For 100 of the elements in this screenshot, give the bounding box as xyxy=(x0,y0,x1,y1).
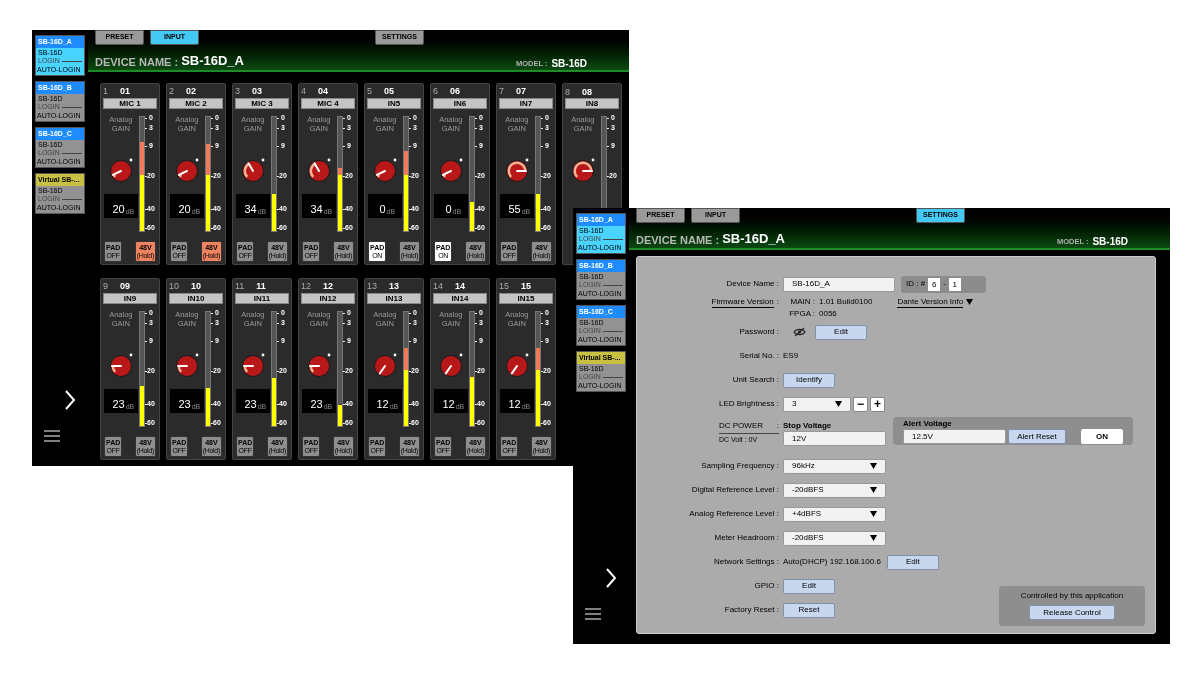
channel-number: 13 xyxy=(367,281,377,292)
alert-voltage-label: Alert Voltage xyxy=(903,418,953,429)
alert-voltage-field[interactable]: 12.5V xyxy=(903,429,1006,444)
channel-number: 14 xyxy=(433,281,443,292)
channel-number: 15 xyxy=(499,281,509,292)
setting-label: Device Name : xyxy=(725,278,780,290)
channel-code: 08 xyxy=(582,86,593,97)
channel-code: 07 xyxy=(516,86,527,97)
colon: : xyxy=(776,296,779,308)
serial-number: ES9 xyxy=(783,350,799,362)
channel-name: IN13 xyxy=(367,292,421,304)
select-field[interactable]: 96kHz xyxy=(783,458,886,474)
id-label: ID : # xyxy=(906,278,926,290)
setting-label: Digital Reference Level : xyxy=(690,484,780,496)
channel-name: MIC 2 xyxy=(169,97,223,109)
channel-name: IN11 xyxy=(235,292,289,304)
id-field[interactable]: 6 xyxy=(928,277,941,291)
stop-voltage-field[interactable]: 12V xyxy=(783,431,886,446)
gain-value: 23 xyxy=(178,396,191,411)
channel-number: 3 xyxy=(235,86,240,97)
channel-number: 6 xyxy=(433,86,438,97)
setting-label: Serial No. : xyxy=(738,350,780,362)
dropdown-caret-icon xyxy=(870,487,877,493)
setting-label: LED Brightness : xyxy=(717,398,780,410)
setting-label: GPIO : xyxy=(753,580,780,592)
setting-label: Sampling Frequency : xyxy=(700,460,780,472)
setting-label: Password : xyxy=(738,326,780,338)
channel-code: 09 xyxy=(120,281,131,292)
setting-label: Unit Search : xyxy=(731,374,780,386)
dc-power-label: DC POWER xyxy=(719,421,763,431)
menu-icon[interactable] xyxy=(44,430,60,442)
model-name: SB-16D xyxy=(1092,234,1128,249)
channel-number: 1 xyxy=(103,86,108,97)
channel-code: 15 xyxy=(521,281,532,292)
select-field[interactable]: +4dBFS xyxy=(783,506,886,522)
id-field[interactable]: 1 xyxy=(948,277,961,291)
device-name: SB-16D_A xyxy=(722,230,785,248)
factory-reset-button[interactable]: Reset xyxy=(783,602,835,618)
firmware-value: 0056 xyxy=(819,308,837,320)
channel-name: IN10 xyxy=(169,292,223,304)
device-name-label: DEVICE NAME : xyxy=(95,55,179,70)
channel-code: 12 xyxy=(323,281,334,292)
channel-number: 2 xyxy=(169,86,174,97)
channel-name: IN5 xyxy=(367,97,421,109)
decrease-button[interactable]: − xyxy=(853,396,868,412)
select-field[interactable]: 3 xyxy=(783,396,851,412)
firmware-value: 1.01 Build0100 xyxy=(819,296,873,308)
stop-voltage-label: Stop Voltage xyxy=(783,421,833,431)
menu-icon[interactable] xyxy=(585,608,601,620)
gain-value: 0 xyxy=(445,201,452,216)
identify-button[interactable]: Identify xyxy=(783,372,835,388)
chevron-right-icon[interactable] xyxy=(64,389,76,411)
network-address: Auto(DHCP) 192.168.100.6 xyxy=(783,556,881,568)
gain-value: 20 xyxy=(178,201,191,216)
increase-button[interactable]: + xyxy=(870,396,885,412)
colon: : xyxy=(776,421,779,431)
hidden-eye-icon[interactable] xyxy=(793,327,806,337)
alert-status: ON xyxy=(1081,429,1123,444)
channel-name: MIC 1 xyxy=(103,97,157,109)
dropdown-caret-icon xyxy=(870,463,877,469)
channel-code: 05 xyxy=(384,86,395,97)
channel-code: 04 xyxy=(318,86,329,97)
setting-label: Factory Reset : xyxy=(723,604,780,616)
gain-value: 23 xyxy=(244,396,257,411)
channel-code: 06 xyxy=(450,86,461,97)
setting-label: Meter Headroom : xyxy=(713,532,780,544)
channel-number: 9 xyxy=(103,281,108,292)
firmware-key: FPGA : xyxy=(783,308,815,320)
channel-number: 11 xyxy=(235,281,245,292)
channel-number: 12 xyxy=(301,281,311,292)
dante-version-link[interactable]: Dante Version Info xyxy=(897,296,964,308)
channel-name: IN8 xyxy=(565,98,619,109)
control-status-text: Controlled by this application xyxy=(1020,590,1124,602)
gpio-edit-button[interactable]: Edit xyxy=(783,578,835,594)
chevron-right-icon[interactable] xyxy=(605,567,617,589)
setting-label: Network Settings : xyxy=(713,556,780,568)
firmware-version-link[interactable]: Firmware Version xyxy=(711,296,774,308)
alert-reset-button[interactable]: Alert Reset xyxy=(1008,429,1066,444)
channel-code: 13 xyxy=(389,281,400,292)
channel-code: 11 xyxy=(256,281,266,292)
select-field[interactable]: -20dBFS xyxy=(783,530,886,546)
channel-code: 14 xyxy=(455,281,466,292)
channel-name: IN6 xyxy=(433,97,487,109)
gain-value: 12 xyxy=(442,396,455,411)
channel-number: 7 xyxy=(499,86,504,97)
device-name: SB-16D_A xyxy=(181,52,244,70)
gain-value: 23 xyxy=(112,396,125,411)
select-field[interactable]: -20dBFS xyxy=(783,482,886,498)
channel-number: 4 xyxy=(301,86,306,97)
gain-value: 20 xyxy=(112,201,125,216)
channel-number: 8 xyxy=(565,86,570,97)
channel-code: 01 xyxy=(120,86,131,97)
network-edit-button[interactable]: Edit xyxy=(886,554,939,570)
release-control-button[interactable]: Release Control xyxy=(1029,605,1115,620)
channel-number: 10 xyxy=(169,281,179,292)
password-edit-button[interactable]: Edit xyxy=(815,324,867,340)
device-name-field[interactable]: SB-16D_A xyxy=(783,276,895,292)
gain-value: 23 xyxy=(310,396,323,411)
channel-name: IN14 xyxy=(433,292,487,304)
dropdown-caret-icon xyxy=(870,511,877,517)
